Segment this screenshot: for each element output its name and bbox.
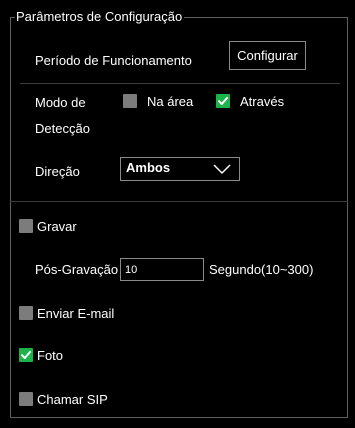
email-checkbox[interactable] <box>19 306 33 320</box>
direction-label: Direção <box>35 164 80 179</box>
post-record-unit: Segundo(10~300) <box>209 262 314 277</box>
in-area-label: Na área <box>147 94 194 109</box>
chevron-down-icon <box>213 164 231 175</box>
separator <box>10 201 348 202</box>
sip-label: Chamar SIP <box>37 392 108 407</box>
record-label: Gravar <box>37 219 77 234</box>
photo-checkbox[interactable] <box>19 348 33 362</box>
through-checkbox[interactable] <box>216 94 230 108</box>
group-title: Parâmetros de Configuração <box>15 9 185 25</box>
photo-label: Foto <box>37 348 64 363</box>
checkmark-icon <box>218 97 228 105</box>
detection-mode-label-2: Detecção <box>35 121 90 136</box>
period-label: Período de Funcionamento <box>35 53 192 68</box>
post-record-label: Pós-Gravação <box>35 262 119 277</box>
through-label: Através <box>240 94 285 109</box>
email-label: Enviar E-mail <box>37 306 115 321</box>
sip-checkbox[interactable] <box>19 392 33 406</box>
checkmark-icon <box>21 351 31 359</box>
direction-selected-value: Ambos <box>126 160 171 175</box>
record-checkbox[interactable] <box>19 219 33 233</box>
detection-mode-label-1: Modo de <box>35 95 86 110</box>
post-record-input[interactable] <box>120 258 204 281</box>
configure-button[interactable]: Configurar <box>229 41 306 70</box>
separator <box>20 83 340 84</box>
in-area-checkbox[interactable] <box>123 94 137 108</box>
direction-select[interactable]: Ambos <box>120 157 240 181</box>
